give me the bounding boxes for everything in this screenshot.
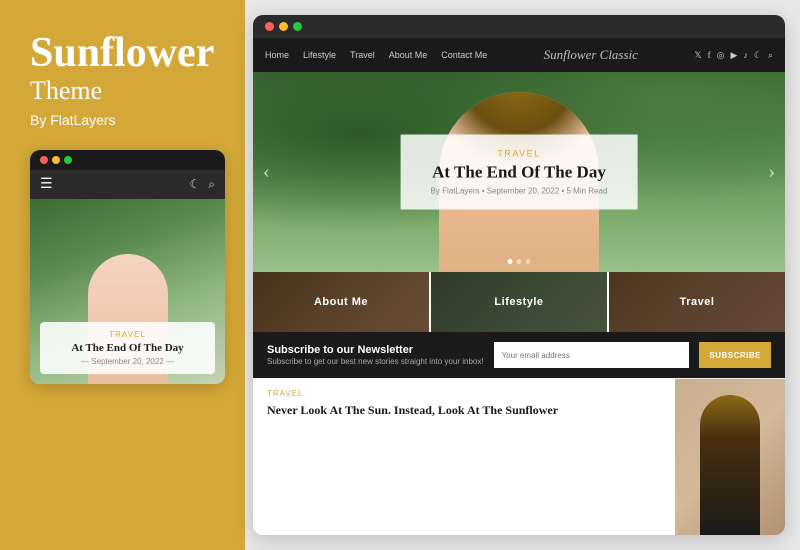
category-about-label: About Me	[314, 296, 368, 308]
theme-by: By FlatLayers	[30, 112, 225, 128]
newsletter-email-input[interactable]	[494, 342, 690, 368]
twitter-icon[interactable]: 𝕏	[694, 50, 701, 61]
desktop-dot-red	[265, 22, 274, 31]
next-arrow-icon[interactable]: ›	[768, 161, 775, 184]
category-travel-label: Travel	[680, 296, 715, 308]
right-panel: Home Lifestyle Travel About Me Contact M…	[245, 0, 800, 550]
desktop-nav-icons: 𝕏 f ◎ ▶ ♪ ☾ ⌕	[694, 50, 773, 61]
desktop-content: ‹ › Travel At The End Of The Day By Flat…	[253, 72, 785, 535]
hero-pagination	[508, 259, 531, 264]
hero-dot-2[interactable]	[517, 259, 522, 264]
newsletter-subscribe-button[interactable]: SUBSCRIBE	[699, 342, 771, 368]
instagram-icon[interactable]: ◎	[717, 50, 725, 61]
hero-meta: By FlatLayers • September 20, 2022 • 5 M…	[431, 187, 608, 196]
hero-dot-1[interactable]	[508, 259, 513, 264]
mobile-hero-tag: Travel	[50, 330, 205, 339]
mobile-dot-red	[40, 156, 48, 164]
category-about[interactable]: About Me	[253, 272, 429, 332]
hero-dot-3[interactable]	[526, 259, 531, 264]
desktop-dots	[265, 22, 302, 31]
newsletter-subtitle: Subscribe to get our best new stories st…	[267, 357, 484, 366]
desktop-mockup: Home Lifestyle Travel About Me Contact M…	[253, 15, 785, 535]
youtube-icon[interactable]: ▶	[730, 50, 737, 61]
desktop-top-bar	[253, 15, 785, 38]
nav-travel[interactable]: Travel	[350, 50, 375, 60]
left-panel: Sunflower Theme By FlatLayers ☰ ☾ ⌕ Trav…	[0, 0, 245, 550]
tiktok-icon[interactable]: ♪	[743, 50, 748, 60]
bottom-article-tag: Travel	[267, 389, 661, 398]
desktop-dot-green	[293, 22, 302, 31]
search-icon[interactable]: ⌕	[208, 177, 215, 192]
nav-about[interactable]: About Me	[389, 50, 428, 60]
moon-icon[interactable]: ☾	[754, 50, 762, 61]
mobile-nav-icons: ☾ ⌕	[190, 177, 216, 192]
hero-title: At The End Of The Day	[431, 163, 608, 183]
mobile-top-bar	[30, 150, 225, 170]
theme-subtitle: Theme	[30, 76, 225, 106]
hero-overlay: Travel At The End Of The Day By FlatLaye…	[401, 135, 638, 210]
mobile-dot-yellow	[52, 156, 60, 164]
mobile-dots	[40, 156, 72, 164]
category-grid: About Me Lifestyle Travel	[253, 272, 785, 332]
facebook-icon[interactable]: f	[708, 50, 711, 60]
search-icon[interactable]: ⌕	[768, 50, 773, 61]
mobile-hero-title: At The End Of The Day	[50, 341, 205, 355]
mobile-hero-date: — September 20, 2022 —	[50, 357, 205, 366]
bottom-article-row: Travel Never Look At The Sun. Instead, L…	[253, 378, 785, 535]
prev-arrow-icon[interactable]: ‹	[263, 161, 270, 184]
nav-home[interactable]: Home	[265, 50, 289, 60]
category-lifestyle-label: Lifestyle	[494, 296, 543, 308]
mobile-hero-overlay: Travel At The End Of The Day — September…	[40, 322, 215, 374]
mobile-nav-bar: ☰ ☾ ⌕	[30, 170, 225, 199]
hero-tag: Travel	[431, 149, 608, 159]
mobile-hero: Travel At The End Of The Day — September…	[30, 199, 225, 384]
newsletter-text: Subscribe to our Newsletter Subscribe to…	[267, 344, 484, 366]
bottom-article-title[interactable]: Never Look At The Sun. Instead, Look At …	[267, 402, 661, 419]
moon-icon[interactable]: ☾	[190, 177, 201, 192]
theme-title: Sunflower	[30, 30, 225, 76]
desktop-nav: Home Lifestyle Travel About Me Contact M…	[253, 38, 785, 72]
bottom-article-thumbnail	[675, 379, 785, 535]
mobile-mockup: ☰ ☾ ⌕ Travel At The End Of The Day — Sep…	[30, 150, 225, 384]
category-travel[interactable]: Travel	[609, 272, 785, 332]
newsletter-title: Subscribe to our Newsletter	[267, 344, 484, 356]
newsletter-bar: Subscribe to our Newsletter Subscribe to…	[253, 332, 785, 378]
desktop-hero: ‹ › Travel At The End Of The Day By Flat…	[253, 72, 785, 272]
nav-lifestyle[interactable]: Lifestyle	[303, 50, 336, 60]
desktop-dot-yellow	[279, 22, 288, 31]
hamburger-icon[interactable]: ☰	[40, 176, 53, 193]
nav-contact[interactable]: Contact Me	[441, 50, 487, 60]
mobile-dot-green	[64, 156, 72, 164]
bottom-article: Travel Never Look At The Sun. Instead, L…	[253, 379, 675, 535]
desktop-nav-links: Home Lifestyle Travel About Me Contact M…	[265, 50, 487, 60]
nav-brand: Sunflower Classic	[544, 47, 638, 63]
thumb-person-figure	[700, 395, 760, 535]
category-lifestyle[interactable]: Lifestyle	[431, 272, 607, 332]
